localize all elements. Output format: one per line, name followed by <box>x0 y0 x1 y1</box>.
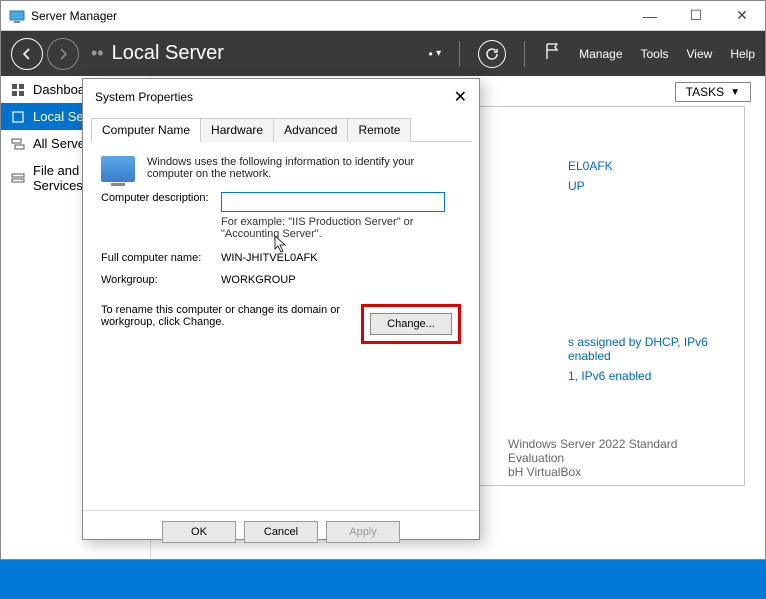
storage-icon <box>11 171 25 185</box>
server-manager-icon <box>9 8 25 24</box>
value-full-name: WIN-JHITVEL0AFK <box>221 252 461 264</box>
maximize-button[interactable]: ☐ <box>673 1 719 31</box>
dashboard-icon <box>11 83 25 97</box>
computer-name-link[interactable]: EL0AFK <box>568 159 728 173</box>
system-properties-dialog: System Properties ✕ Computer Name Hardwa… <box>82 78 480 540</box>
breadcrumb-sep-icon: •• <box>91 43 104 64</box>
chevron-down-icon: ▼ <box>730 87 740 98</box>
window-title: Server Manager <box>31 9 117 23</box>
flag-icon[interactable] <box>543 42 561 65</box>
change-highlight: Change... <box>361 304 461 344</box>
tasks-button[interactable]: TASKS ▼ <box>675 82 751 102</box>
label-description: Computer description: <box>101 192 221 204</box>
tab-computer-name[interactable]: Computer Name <box>91 118 201 142</box>
ipv4-link-1[interactable]: s assigned by DHCP, IPv6 enabled <box>568 335 728 363</box>
change-button[interactable]: Change... <box>370 313 452 335</box>
refresh-icon[interactable] <box>478 40 506 68</box>
workgroup-link[interactable]: UP <box>568 179 728 193</box>
help-menu[interactable]: Help <box>730 47 755 61</box>
tasks-label: TASKS <box>686 85 724 99</box>
ok-button[interactable]: OK <box>162 521 236 543</box>
label-full-name: Full computer name: <box>101 252 221 264</box>
dialog-title: System Properties <box>95 90 193 104</box>
change-text: To rename this computer or change its do… <box>101 304 361 344</box>
header-bar: •• Local Server • ▾ Manage Tools View He… <box>1 31 765 76</box>
tab-advanced[interactable]: Advanced <box>273 118 348 142</box>
value-workgroup: WORKGROUP <box>221 274 461 286</box>
tab-hardware[interactable]: Hardware <box>200 118 274 142</box>
minimize-button[interactable]: — <box>627 1 673 31</box>
close-button[interactable]: ✕ <box>719 1 765 31</box>
header-dropdown-icon[interactable]: • ▾ <box>429 47 442 61</box>
ipv4-link-2[interactable]: 1, IPv6 enabled <box>568 369 728 383</box>
dialog-close-button[interactable]: ✕ <box>454 87 467 107</box>
separator <box>524 41 525 67</box>
separator <box>459 41 460 67</box>
intro-text: Windows uses the following information t… <box>147 156 461 182</box>
cancel-button[interactable]: Cancel <box>244 521 318 543</box>
description-hint: For example: "IIS Production Server" or … <box>221 216 441 240</box>
tools-menu[interactable]: Tools <box>641 47 669 61</box>
tab-remote[interactable]: Remote <box>347 118 411 142</box>
label-workgroup: Workgroup: <box>101 274 221 286</box>
page-title: Local Server <box>112 42 224 65</box>
description-input[interactable] <box>221 192 445 212</box>
hw-text: bH VirtualBox <box>508 465 728 479</box>
dialog-tabs: Computer Name Hardware Advanced Remote <box>91 117 471 142</box>
view-menu[interactable]: View <box>687 47 713 61</box>
servers-icon <box>11 137 25 151</box>
apply-button[interactable]: Apply <box>326 521 400 543</box>
manage-menu[interactable]: Manage <box>579 47 622 61</box>
nav-forward-icon <box>47 38 79 70</box>
server-icon <box>11 110 25 124</box>
os-text: Windows Server 2022 Standard Evaluation <box>508 437 728 465</box>
nav-back-icon[interactable] <box>11 38 43 70</box>
titlebar: Server Manager — ☐ ✕ <box>1 1 765 31</box>
computer-icon <box>101 156 135 182</box>
